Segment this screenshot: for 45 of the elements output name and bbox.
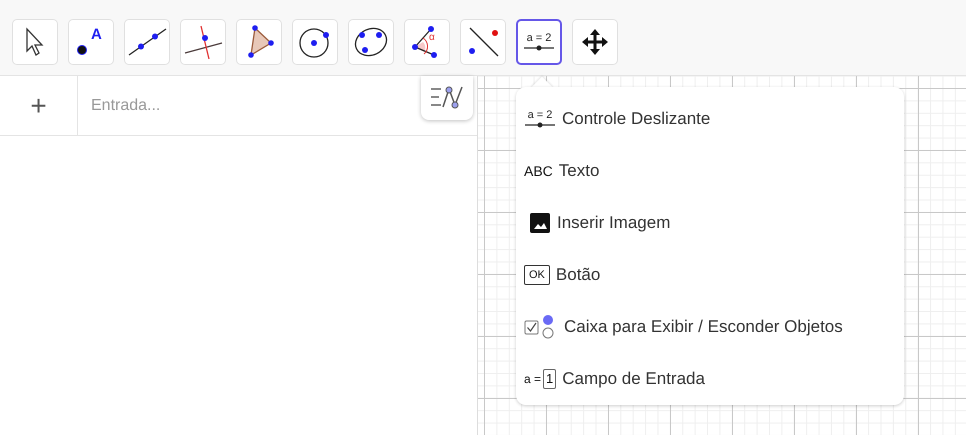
slider-label: a = 2 [526, 32, 552, 44]
perpendicular-line-icon [182, 24, 224, 60]
tool-button[interactable] [572, 18, 618, 64]
circle-icon [298, 26, 332, 58]
menu-item[interactable]: Caixa para Exibir / Esconder Objetos [516, 301, 904, 353]
tool-button[interactable] [236, 18, 282, 64]
slider-icon [523, 44, 555, 52]
point-icon [77, 44, 87, 54]
cursor-icon [24, 26, 46, 56]
tool-button[interactable]: α [404, 18, 450, 64]
move-arrows-icon [581, 28, 609, 56]
input-box-icon: 1 [543, 369, 556, 389]
menu-item[interactable]: ABC Texto [516, 145, 904, 197]
menu-item-label: Campo de Entrada [562, 368, 705, 390]
point-label: A [91, 24, 102, 44]
input-field[interactable]: Entrada... [78, 76, 477, 135]
ok-button-icon: OK [524, 265, 550, 285]
menu-item[interactable]: OK Botão [516, 249, 904, 301]
menu-item-label: Controle Deslizante [562, 108, 710, 130]
tool-button[interactable] [460, 18, 506, 64]
menu-item-label: Caixa para Exibir / Esconder Objetos [564, 316, 843, 338]
tool-button[interactable] [348, 18, 394, 64]
tool-button[interactable]: a = 2 [516, 18, 562, 64]
menu-item-label: Texto [558, 160, 600, 182]
algebra-view-toggle[interactable] [421, 76, 473, 120]
menu-item[interactable]: Inserir Imagem [516, 197, 904, 249]
menu-item-label: Inserir Imagem [557, 212, 670, 234]
angle-label: α [429, 32, 435, 42]
menu-item[interactable]: a = 1 Campo de Entrada [516, 353, 904, 405]
tool-button[interactable] [292, 18, 338, 64]
add-item-button[interactable]: + [0, 76, 78, 135]
tool-button[interactable]: A [68, 18, 114, 64]
tool-button[interactable] [12, 18, 58, 64]
image-icon [529, 212, 551, 234]
input-box-label: a = [524, 371, 542, 388]
line-icon [126, 26, 168, 58]
slider-label: a = 2 [528, 109, 552, 121]
tool-button[interactable] [124, 18, 170, 64]
menu-item-label: Botão [556, 264, 600, 286]
menu-item[interactable]: a = 2 Controle Deslizante [516, 93, 904, 145]
text-tool-icon: ABC [524, 160, 553, 182]
function-graph-icon [429, 85, 465, 111]
tool-button[interactable] [180, 18, 226, 64]
ellipse-icon [353, 26, 389, 58]
slider-icon [524, 121, 556, 129]
